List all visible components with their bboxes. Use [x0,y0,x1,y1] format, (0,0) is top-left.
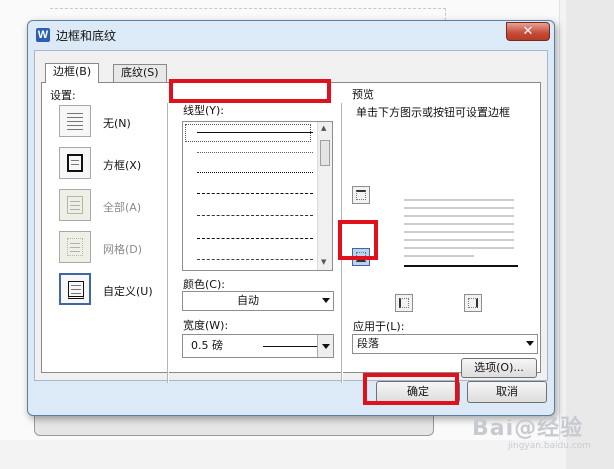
preset-all-label: 全部(A) [103,201,142,214]
apply-to-label: 应用于(L): [353,320,405,333]
line-style-dashed[interactable] [197,215,313,216]
preset-none-label: 无(N) [103,117,131,130]
chevron-down-icon [322,344,330,349]
baidu-watermark-url: jingyan.baidu.com [508,441,592,451]
close-button[interactable]: ✕ [506,22,550,41]
preset-custom-label: 自定义(U) [103,285,153,298]
cancel-button[interactable]: 取消 [467,381,547,403]
line-style-dash-dot[interactable] [197,238,313,239]
ok-button[interactable]: 确定 [376,381,460,403]
document-scroll-area [566,0,614,469]
scroll-down-arrow-icon[interactable]: ▼ [321,258,326,266]
wps-writer-icon: W [36,28,50,42]
preview-area[interactable] [404,199,518,269]
dialog-body: 边框(B) 底纹(S) 设置: 无(N) 方框(X) 全部(A) 网格(D) 自… [34,50,548,403]
line-style-list[interactable]: ▲ ▼ [182,121,333,271]
left-border-icon [399,298,409,308]
preset-grid-label: 网格(D) [103,243,143,256]
baidu-watermark: Bai@经验 [472,416,584,441]
line-style-selection [185,124,311,142]
preset-none-button[interactable] [59,105,91,137]
chevron-down-icon [526,341,534,346]
left-border-button[interactable] [395,294,413,312]
none-border-icon [67,112,83,130]
custom-border-icon [68,281,84,299]
scrollbar-thumb[interactable] [320,140,330,166]
line-style-dash-dot-dot[interactable] [197,259,313,260]
preview-instruction: 单击下方图示或按钮可设置边框 [356,106,510,119]
settings-presets: 无(N) 方框(X) 全部(A) 网格(D) 自定义(U) [59,105,169,305]
bottom-border-button[interactable] [352,248,370,266]
settings-heading: 设置: [50,89,76,102]
column-divider [167,103,169,383]
preset-box-button[interactable] [59,147,91,179]
dialog-title: 边框和底纹 [56,29,117,43]
close-icon: ✕ [522,24,534,39]
apply-to-select[interactable]: 段落 [352,334,538,354]
line-style-scrollbar[interactable]: ▲ ▼ [317,122,332,270]
line-style-label: 线型(Y): [183,104,225,117]
width-value: 0.5 磅 [191,339,223,352]
width-select[interactable]: 0.5 磅 [182,334,334,358]
preset-grid-button[interactable] [59,231,91,263]
all-border-icon [67,196,83,214]
column-divider [341,103,343,383]
color-value: 自动 [237,294,259,307]
bottom-border-icon [356,252,366,262]
apply-to-value: 段落 [357,337,379,350]
dialog-titlebar[interactable]: W 边框和底纹 ✕ [28,21,554,47]
preview-heading: 预览 [352,88,374,101]
tab-borders[interactable]: 边框(B) [45,63,100,83]
preset-custom-button[interactable] [59,273,91,305]
preset-all-button[interactable] [59,189,91,221]
chevron-down-icon [322,298,330,303]
right-border-button[interactable] [464,294,482,312]
top-border-icon [356,190,366,200]
tab-shading[interactable]: 底纹(S) [113,64,167,82]
line-style-dotted[interactable] [197,172,313,173]
grid-border-icon [67,238,83,256]
line-style-dotted-fine[interactable] [197,152,313,153]
line-style-solid[interactable] [197,132,313,133]
box-border-icon [67,154,83,172]
scroll-up-arrow-icon[interactable]: ▲ [321,124,326,132]
color-select[interactable]: 自动 [182,291,334,311]
options-button[interactable]: 选项(O)... [461,358,537,378]
borders-and-shading-dialog: W 边框和底纹 ✕ 边框(B) 底纹(S) 设置: 无(N) 方框(X) 全部(… [27,20,555,416]
width-label: 宽度(W): [183,319,229,332]
top-border-button[interactable] [352,186,370,204]
width-line-sample [263,346,317,347]
preview-bottom-border [404,265,518,267]
line-style-dashed-small[interactable] [197,193,313,194]
preset-box-label: 方框(X) [103,159,142,172]
borders-tab-panel: 设置: 无(N) 方框(X) 全部(A) 网格(D) 自定义(U) 线型(Y):… [41,82,541,383]
color-label: 颜色(C): [183,278,225,291]
right-border-icon [468,298,478,308]
